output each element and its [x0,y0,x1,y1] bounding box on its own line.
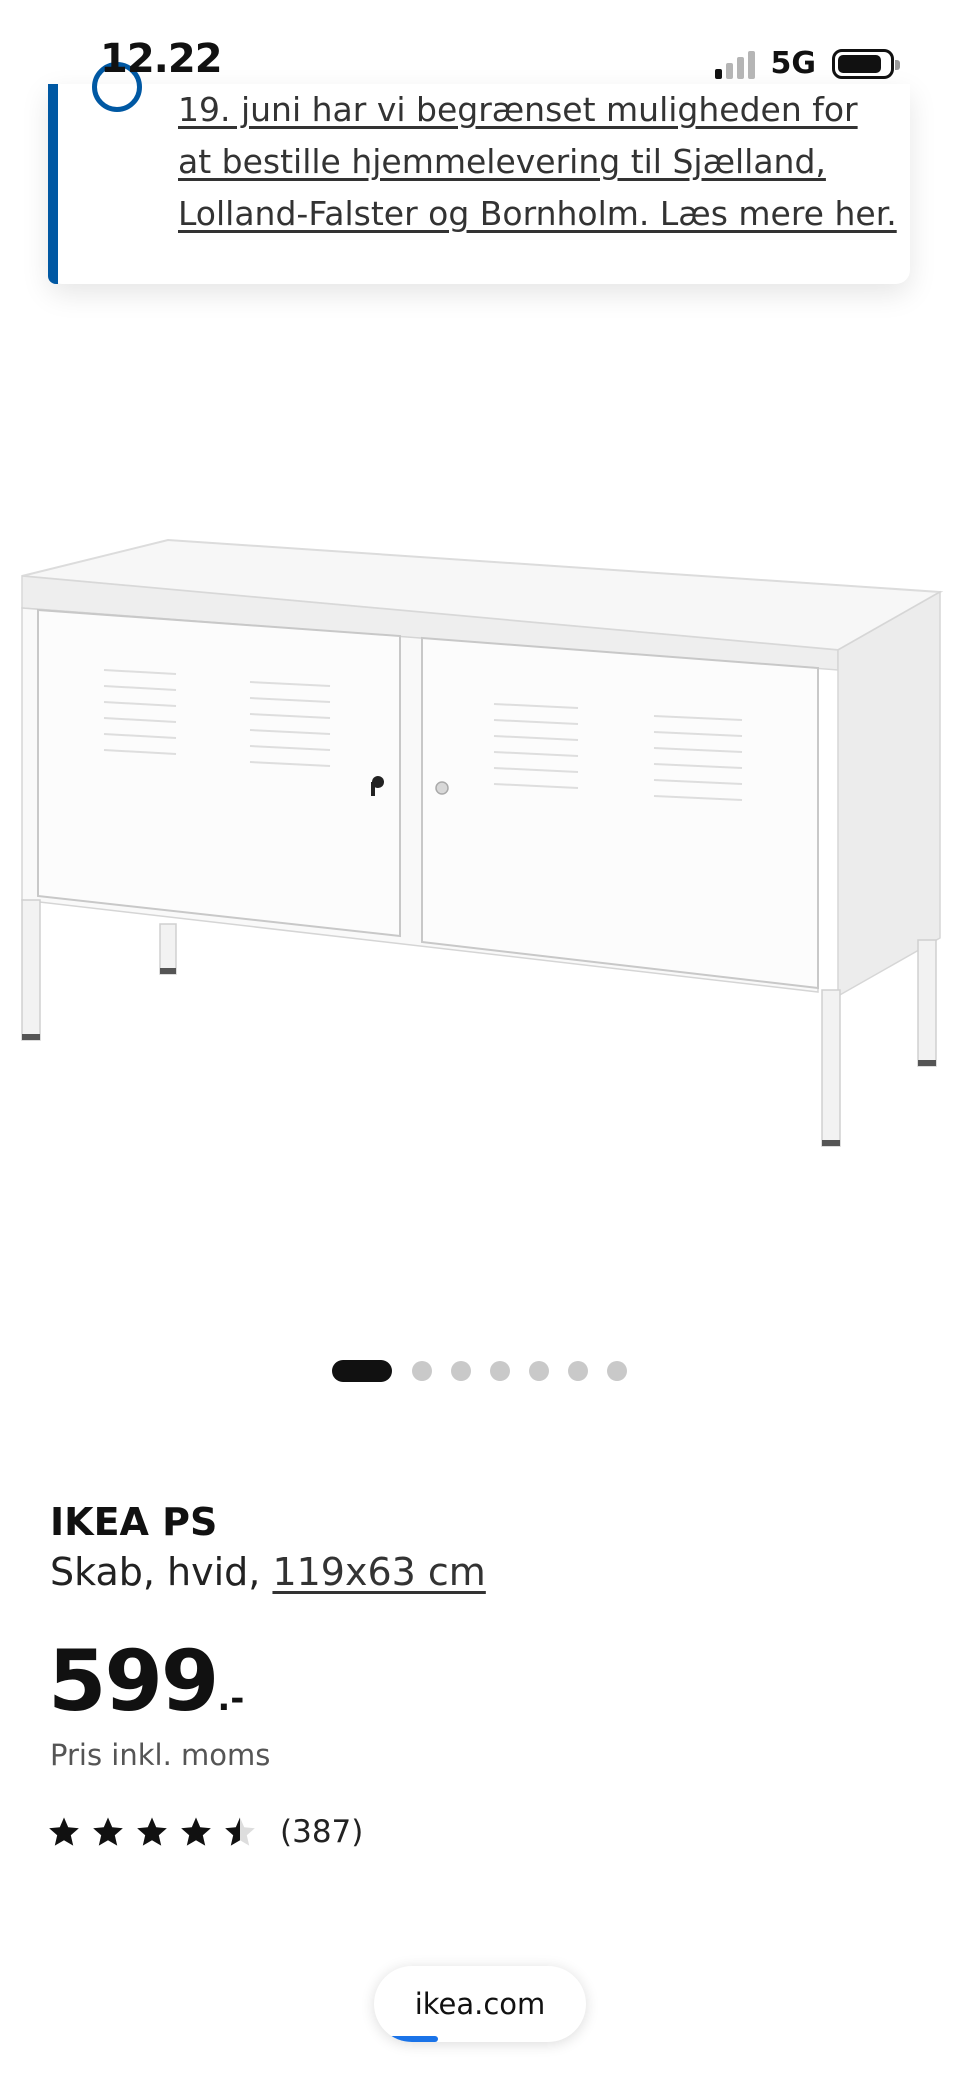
product-price: 599 .- [48,1632,244,1730]
carousel-dot[interactable] [607,1361,627,1381]
cellular-signal-icon [714,49,755,79]
signal-bar [736,56,744,79]
star-icon [49,1817,79,1846]
vat-note: Pris inkl. moms [50,1738,271,1772]
network-type: 5G [770,46,817,81]
battery-level [838,54,881,73]
carousel-dot[interactable] [568,1361,588,1381]
status-bar: 12.22 5G [0,0,960,84]
browser-address-bar[interactable]: ikea.com [374,1966,586,2042]
signal-bar [747,50,755,79]
status-time: 12.22 [100,36,223,82]
page-load-progress [374,2036,438,2042]
carousel-dot[interactable] [490,1361,510,1381]
notice-accent-bar [48,84,58,284]
battery-cap [895,59,900,70]
star-icon [137,1817,167,1846]
rating-stars [48,1816,256,1848]
status-indicators: 5G [714,46,900,81]
carousel-dot[interactable] [451,1361,471,1381]
notice-link[interactable]: 19. juni har vi begrænset muligheden for… [178,84,898,240]
star-icon [93,1817,123,1846]
product-brand: IKEA PS [50,1500,218,1544]
star-icon [181,1817,211,1846]
carousel-dot[interactable] [529,1361,549,1381]
star-icon [225,1817,255,1846]
product-description: Skab, hvid, 119x63 cm [50,1550,486,1594]
delivery-notice-banner: 19. juni har vi begrænset muligheden for… [48,62,910,284]
battery-icon [832,48,900,79]
product-image[interactable] [0,480,960,1200]
price-amount: 599 [48,1632,219,1730]
product-type: Skab, hvid, [50,1550,261,1594]
carousel-dot[interactable] [332,1360,392,1382]
signal-bar [714,68,722,79]
browser-url: ikea.com [414,1987,546,2021]
signal-bar [725,62,733,79]
review-count[interactable]: (387) [280,1814,363,1850]
price-suffix: .- [217,1679,245,1719]
image-carousel-dots [332,1360,646,1382]
carousel-dot[interactable] [412,1361,432,1381]
product-size-link[interactable]: 119x63 cm [272,1550,485,1594]
product-rating[interactable]: (387) [48,1814,363,1850]
